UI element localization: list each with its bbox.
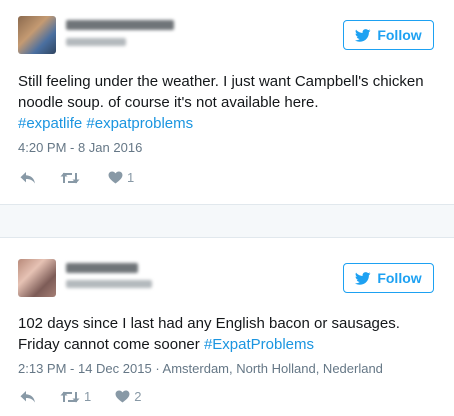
timestamp[interactable]: 2:13 PM - 14 Dec 2015	[18, 361, 152, 376]
retweet-action[interactable]	[60, 171, 84, 185]
like-action[interactable]: 2	[115, 389, 141, 404]
avatar[interactable]	[18, 16, 56, 54]
blurred-username[interactable]	[66, 280, 152, 288]
reply-action[interactable]	[20, 171, 36, 185]
tweet-separator	[0, 204, 454, 238]
hashtag-link[interactable]: #ExpatProblems	[204, 336, 314, 353]
hashtag-link[interactable]: #expatproblems	[86, 115, 193, 132]
heart-icon	[115, 390, 130, 403]
follow-label: Follow	[377, 270, 422, 286]
heart-icon	[108, 171, 123, 184]
tweet-actions: 1	[20, 170, 158, 185]
avatar[interactable]	[18, 259, 56, 297]
tweet-body: Still feeling under the weather. I just …	[18, 73, 424, 111]
blurred-display-name[interactable]	[66, 263, 138, 273]
location[interactable]: · Amsterdam, North Holland, Nederland	[152, 361, 383, 376]
blurred-username[interactable]	[66, 38, 126, 46]
tweet-actions: 1 2	[20, 389, 165, 404]
tweet-card: Follow Still feeling under the weather. …	[0, 0, 454, 204]
retweet-icon	[60, 172, 80, 183]
hashtag-link[interactable]: #expatlife	[18, 115, 82, 132]
reply-icon	[20, 390, 35, 402]
tweet-meta: 2:13 PM - 14 Dec 2015 · Amsterdam, North…	[18, 361, 383, 376]
blurred-display-name[interactable]	[66, 20, 174, 30]
twitter-bird-icon	[355, 271, 371, 285]
like-count: 2	[134, 389, 142, 404]
reply-action[interactable]	[20, 390, 36, 404]
retweet-icon	[60, 391, 80, 402]
reply-icon	[20, 171, 35, 183]
twitter-bird-icon	[355, 28, 371, 42]
timestamp[interactable]: 4:20 PM - 8 Jan 2016	[18, 140, 142, 155]
tweet-text: Still feeling under the weather. I just …	[18, 71, 438, 134]
follow-button[interactable]: Follow	[343, 263, 434, 293]
like-action[interactable]: 1	[108, 170, 134, 185]
tweet-text: 102 days since I last had any English ba…	[18, 313, 438, 355]
tweet-screenshot: Follow Still feeling under the weather. …	[0, 0, 454, 416]
tweet-meta: 4:20 PM - 8 Jan 2016	[18, 140, 142, 155]
retweet-action[interactable]: 1	[60, 389, 91, 404]
tweet-card: Follow 102 days since I last had any Eng…	[0, 238, 454, 416]
like-count: 1	[127, 170, 135, 185]
follow-label: Follow	[377, 27, 422, 43]
follow-button[interactable]: Follow	[343, 20, 434, 50]
retweet-count: 1	[84, 389, 92, 404]
